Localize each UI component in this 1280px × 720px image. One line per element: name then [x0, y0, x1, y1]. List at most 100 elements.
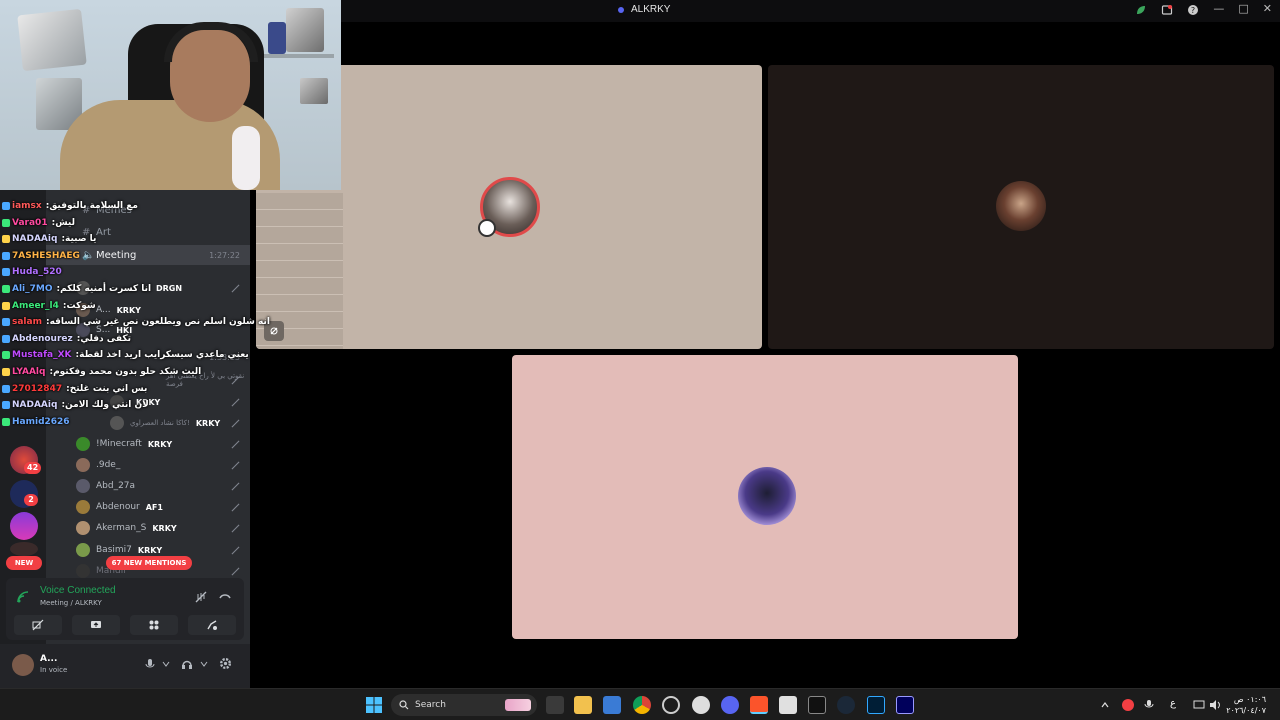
stage-tile-2[interactable]	[768, 65, 1274, 349]
volume-icon[interactable]	[1209, 699, 1221, 711]
chat-message: Ali_7MO: انا كسرت أمنيه كلكم	[2, 281, 151, 297]
chat-message: Vara01: ليش	[2, 215, 75, 231]
user-panel: A... In voice	[0, 644, 250, 688]
chat-text: يا صبية	[65, 234, 97, 245]
chat-message: Huda_520	[2, 264, 66, 280]
user-avatar[interactable]	[12, 654, 34, 676]
chat-username: NADAAiq	[12, 234, 58, 245]
microphone-tray-icon[interactable]	[1144, 699, 1154, 711]
title-bar: ALKRKY ? — □ ✕	[341, 0, 1280, 22]
screen-share-button[interactable]	[72, 615, 120, 635]
microphone-icon[interactable]	[144, 658, 156, 670]
chevron-down-icon[interactable]	[200, 660, 208, 668]
unread-badge: 2	[24, 494, 38, 506]
server-icon[interactable]	[10, 542, 38, 556]
chat-username: Vara01	[12, 217, 48, 228]
activities-icon	[149, 620, 159, 630]
file-explorer-icon[interactable]	[574, 696, 592, 714]
chat-badge-icon	[2, 285, 10, 293]
soundboard-button[interactable]	[188, 615, 236, 635]
chat-badge-icon	[2, 251, 10, 260]
search-label: Search	[415, 700, 446, 710]
signal-icon[interactable]	[16, 590, 30, 604]
chat-badge-icon	[2, 401, 10, 410]
user-avatar	[76, 521, 90, 535]
steam-icon[interactable]	[837, 696, 855, 714]
noise-suppression-icon[interactable]	[194, 590, 208, 604]
recording-app-icon[interactable]	[662, 696, 680, 714]
chevron-down-icon[interactable]	[162, 660, 170, 668]
user-tag: KRKY	[137, 545, 163, 555]
discord-icon[interactable]	[721, 696, 739, 714]
user-tag: AF1	[145, 502, 163, 512]
new-unreads-pill[interactable]: NEW	[6, 556, 42, 570]
chrome-icon[interactable]	[633, 696, 651, 714]
chat-username: Mustafa_XK	[12, 350, 72, 361]
clock-time: ٠١:٠٦ ص	[1233, 695, 1266, 704]
user-name: .9de_	[96, 460, 121, 470]
stage-tile-3[interactable]	[512, 355, 1018, 639]
chat-badge-icon	[2, 218, 10, 227]
tray-app-icon[interactable]	[1122, 699, 1134, 711]
task-view-icon[interactable]	[546, 696, 564, 714]
play-button-award	[286, 8, 324, 52]
voice-user[interactable]: Akerman_S KRKY	[76, 518, 250, 538]
maximize-icon[interactable]: □	[1238, 2, 1248, 15]
disconnect-icon[interactable]	[218, 590, 232, 604]
keyboard-language[interactable]: ع	[1170, 698, 1176, 709]
user-name: Abdenour	[96, 502, 140, 512]
chat-badge-icon	[2, 351, 10, 360]
chat-message: Abdenourez: تكفى دفلي	[2, 331, 131, 347]
display-icon[interactable]	[1193, 699, 1205, 711]
stream-chat-overlay: iamsx: مع السلامة بالتوفيق Vara01: ليش NAD…	[0, 198, 270, 430]
user-avatar	[76, 479, 90, 493]
screen-share-icon	[91, 621, 101, 628]
nitro-leaf-icon[interactable]	[1134, 3, 1148, 17]
close-icon[interactable]: ✕	[1263, 2, 1272, 15]
play-button-award	[17, 8, 87, 72]
notepad-icon[interactable]	[779, 696, 797, 714]
photoshop-icon[interactable]	[867, 696, 885, 714]
wall-shelf	[262, 54, 334, 58]
activities-button[interactable]	[130, 615, 178, 635]
chat-text: شوكت	[66, 300, 96, 311]
help-icon[interactable]: ?	[1186, 3, 1200, 17]
chat-badge-icon	[2, 417, 10, 426]
camera-off-button[interactable]	[14, 615, 62, 635]
minimize-icon[interactable]: —	[1213, 2, 1224, 15]
muted-icon	[231, 567, 240, 575]
microphone	[232, 126, 260, 190]
voice-location-label[interactable]: Meeting / ALKRKY	[40, 599, 102, 607]
voice-user[interactable]: Abdenour AF1	[76, 497, 250, 517]
voice-user[interactable]: .9de_	[76, 455, 250, 475]
chat-badge-icon	[2, 384, 10, 393]
user-name: Basimi7	[96, 545, 132, 555]
inbox-icon[interactable]	[1160, 3, 1174, 17]
participant-avatar	[996, 181, 1046, 231]
user-status: In voice	[40, 666, 68, 674]
windows-start-icon[interactable]	[366, 697, 382, 713]
chat-message: LYAAlq: اليث شكد حلو بدون محمد وفكتوم	[2, 364, 201, 380]
voice-user[interactable]: !Minecraft KRKY	[76, 434, 250, 454]
microsoft-store-icon[interactable]	[603, 696, 621, 714]
search-icon	[399, 700, 409, 710]
user-name[interactable]: A...	[40, 654, 57, 664]
headphones-icon[interactable]	[181, 658, 193, 670]
capcut-icon[interactable]	[808, 696, 826, 714]
taskbar-search[interactable]: Search	[391, 694, 537, 716]
taskbar-clock[interactable]: ٠١:٠٦ ص ٢٠٢٦/٠٤/٠٧	[1226, 694, 1266, 716]
obs-icon[interactable]	[692, 696, 710, 714]
settings-gear-icon[interactable]	[219, 657, 232, 670]
soundboard-icon	[207, 620, 217, 630]
brave-icon[interactable]	[750, 696, 768, 714]
voice-channel-icon	[618, 7, 624, 13]
server-icon[interactable]	[10, 512, 38, 540]
chat-message: Mustafa_XK: يعني ماعدي سيسكرايب اريد اخذ…	[2, 347, 249, 363]
user-avatar	[76, 564, 90, 578]
chevron-up-icon[interactable]	[1100, 700, 1110, 710]
chat-text: اليث شكد حلو بدون محمد وفكتوم	[53, 367, 202, 377]
new-mentions-pill[interactable]: 67 NEW MENTIONS	[106, 556, 192, 570]
premiere-icon[interactable]	[896, 696, 914, 714]
user-tag: KRKY	[152, 523, 177, 533]
voice-user[interactable]: Abd_27a	[76, 476, 250, 496]
